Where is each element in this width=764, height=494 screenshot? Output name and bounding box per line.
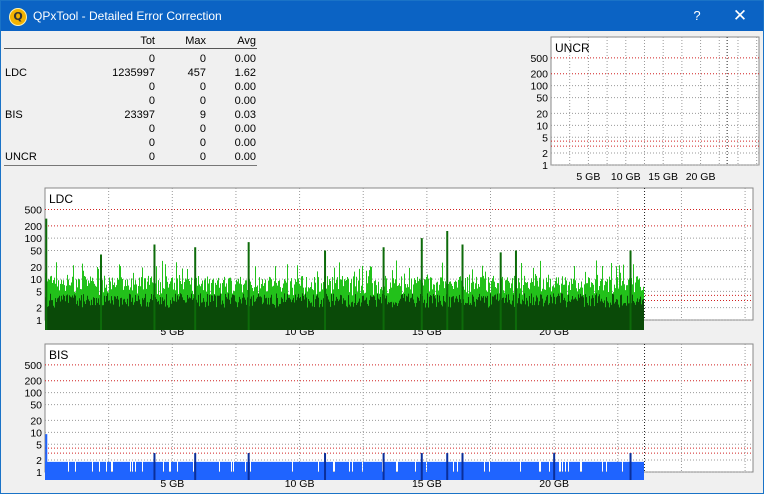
x-tick-label: 5 GB bbox=[576, 171, 600, 183]
y-tick-label: 2 bbox=[36, 455, 42, 467]
ldc-chart: 500 200 100 50 20 10 5 2 1 5 GB 10 GB 15 GB 20 GB LDC bbox=[11, 187, 761, 339]
row-avg: 0.00 bbox=[234, 53, 256, 65]
y-tick-label: 10 bbox=[30, 274, 42, 286]
y-tick-label: 50 bbox=[30, 400, 42, 412]
row-tot: 0 bbox=[148, 81, 155, 93]
row-avg: 0.00 bbox=[234, 137, 256, 149]
y-tick-label: 500 bbox=[530, 53, 548, 65]
x-tick-label: 15 GB bbox=[648, 171, 678, 183]
row-label: LDC bbox=[5, 67, 28, 79]
row-max: 0 bbox=[199, 123, 206, 135]
title-bar[interactable]: Q QPxTool - Detailed Error Correction ? … bbox=[1, 1, 763, 31]
y-tick-label: 5 bbox=[36, 439, 42, 451]
row-max: 0 bbox=[199, 53, 206, 65]
stats-row: 0 0 0.00 bbox=[4, 81, 257, 95]
stats-row: 0 0 0.00 bbox=[4, 137, 257, 151]
y-tick-label: 200 bbox=[24, 221, 42, 233]
qpxtool-app-icon: Q bbox=[9, 8, 27, 26]
uncr-chart-svg: 5002001005020105215 GB 10 GB 15 GB 20 GBUNC… bbox=[530, 36, 760, 183]
stats-header-row: Tot Max Avg bbox=[4, 35, 257, 49]
header-divider bbox=[4, 48, 257, 49]
y-tick-label: 500 bbox=[24, 360, 42, 372]
y-tick-label: 2 bbox=[36, 303, 42, 315]
y-tick-label: 1 bbox=[542, 160, 548, 172]
row-label: UNCR bbox=[5, 151, 37, 163]
row-tot: 0 bbox=[148, 95, 155, 107]
y-tick-label: 2 bbox=[542, 148, 548, 160]
row-avg: 1.62 bbox=[234, 67, 256, 79]
stats-divider bbox=[4, 165, 257, 166]
row-max: 0 bbox=[199, 95, 206, 107]
row-max: 0 bbox=[199, 137, 206, 149]
header-avg: Avg bbox=[237, 35, 256, 47]
chart-title: UNCR bbox=[555, 41, 590, 55]
header-max: Max bbox=[185, 35, 206, 47]
y-tick-label: 100 bbox=[24, 233, 42, 245]
ldc-chart-svg: 5002001005020105215 GB 10 GB 15 GB 20 GBLDC bbox=[24, 187, 754, 338]
row-max: 0 bbox=[199, 81, 206, 93]
row-max: 457 bbox=[187, 67, 206, 79]
y-tick-label: 10 bbox=[30, 427, 42, 439]
x-tick-label: 10 GB bbox=[611, 171, 641, 183]
row-tot: 0 bbox=[148, 53, 155, 65]
stats-row-ldc: LDC 1235997 457 1.62 bbox=[4, 67, 257, 81]
close-button[interactable]: ✕ bbox=[723, 1, 757, 31]
y-tick-label: 100 bbox=[24, 388, 42, 400]
row-tot: 0 bbox=[148, 123, 155, 135]
y-tick-label: 10 bbox=[536, 120, 548, 132]
row-tot: 0 bbox=[148, 151, 155, 163]
help-button[interactable]: ? bbox=[685, 1, 709, 31]
stats-row-uncr: UNCR 0 0 0.00 bbox=[4, 151, 257, 165]
y-tick-label: 1 bbox=[36, 315, 42, 327]
row-tot: 1235997 bbox=[112, 67, 155, 79]
y-tick-label: 20 bbox=[30, 262, 42, 274]
header-tot: Tot bbox=[140, 35, 155, 47]
y-tick-label: 5 bbox=[36, 286, 42, 298]
chart-title: BIS bbox=[49, 348, 68, 362]
y-tick-label: 200 bbox=[24, 376, 42, 388]
bis-chart-svg: 5002001005020105215 GB 10 GB 15 GB 20 GBBIS bbox=[24, 343, 754, 490]
stats-row: 0 0 0.00 bbox=[4, 123, 257, 137]
row-max: 9 bbox=[199, 109, 206, 121]
y-tick-label: 20 bbox=[536, 108, 548, 120]
chart-title: LDC bbox=[49, 192, 73, 206]
row-avg: 0.03 bbox=[234, 109, 256, 121]
row-tot: 23397 bbox=[124, 109, 155, 121]
x-tick-label: 20 GB bbox=[686, 171, 716, 183]
row-avg: 0.00 bbox=[234, 123, 256, 135]
row-avg: 0.00 bbox=[234, 95, 256, 107]
row-label: BIS bbox=[5, 109, 23, 121]
row-max: 0 bbox=[199, 151, 206, 163]
y-tick-label: 5 bbox=[542, 132, 548, 144]
y-tick-label: 500 bbox=[24, 205, 42, 217]
y-tick-label: 50 bbox=[536, 93, 548, 105]
plot-area bbox=[550, 36, 760, 166]
bis-chart: 500 200 100 50 20 10 5 2 1 5 GB 10 GB 15 GB 20 GB BIS bbox=[11, 342, 761, 492]
stats-row: 0 0 0.00 bbox=[4, 53, 257, 67]
window-title: QPxTool - Detailed Error Correction bbox=[33, 9, 222, 23]
stats-row-bis: BIS 23397 9 0.03 bbox=[4, 109, 257, 123]
y-tick-label: 100 bbox=[530, 81, 548, 93]
row-avg: 0.00 bbox=[234, 151, 256, 163]
y-tick-label: 50 bbox=[30, 245, 42, 257]
y-tick-label: 20 bbox=[30, 415, 42, 427]
stats-row: 0 0 0.00 bbox=[4, 95, 257, 109]
app-window: Q QPxTool - Detailed Error Correction ? … bbox=[0, 0, 764, 494]
uncr-chart: 500 200 100 50 20 10 5 2 1 5 GB 10 GB 15 GB 20 GB UNC… bbox=[521, 35, 761, 185]
y-tick-label: 200 bbox=[530, 69, 548, 81]
row-tot: 0 bbox=[148, 137, 155, 149]
y-tick-label: 1 bbox=[36, 467, 42, 479]
row-avg: 0.00 bbox=[234, 81, 256, 93]
